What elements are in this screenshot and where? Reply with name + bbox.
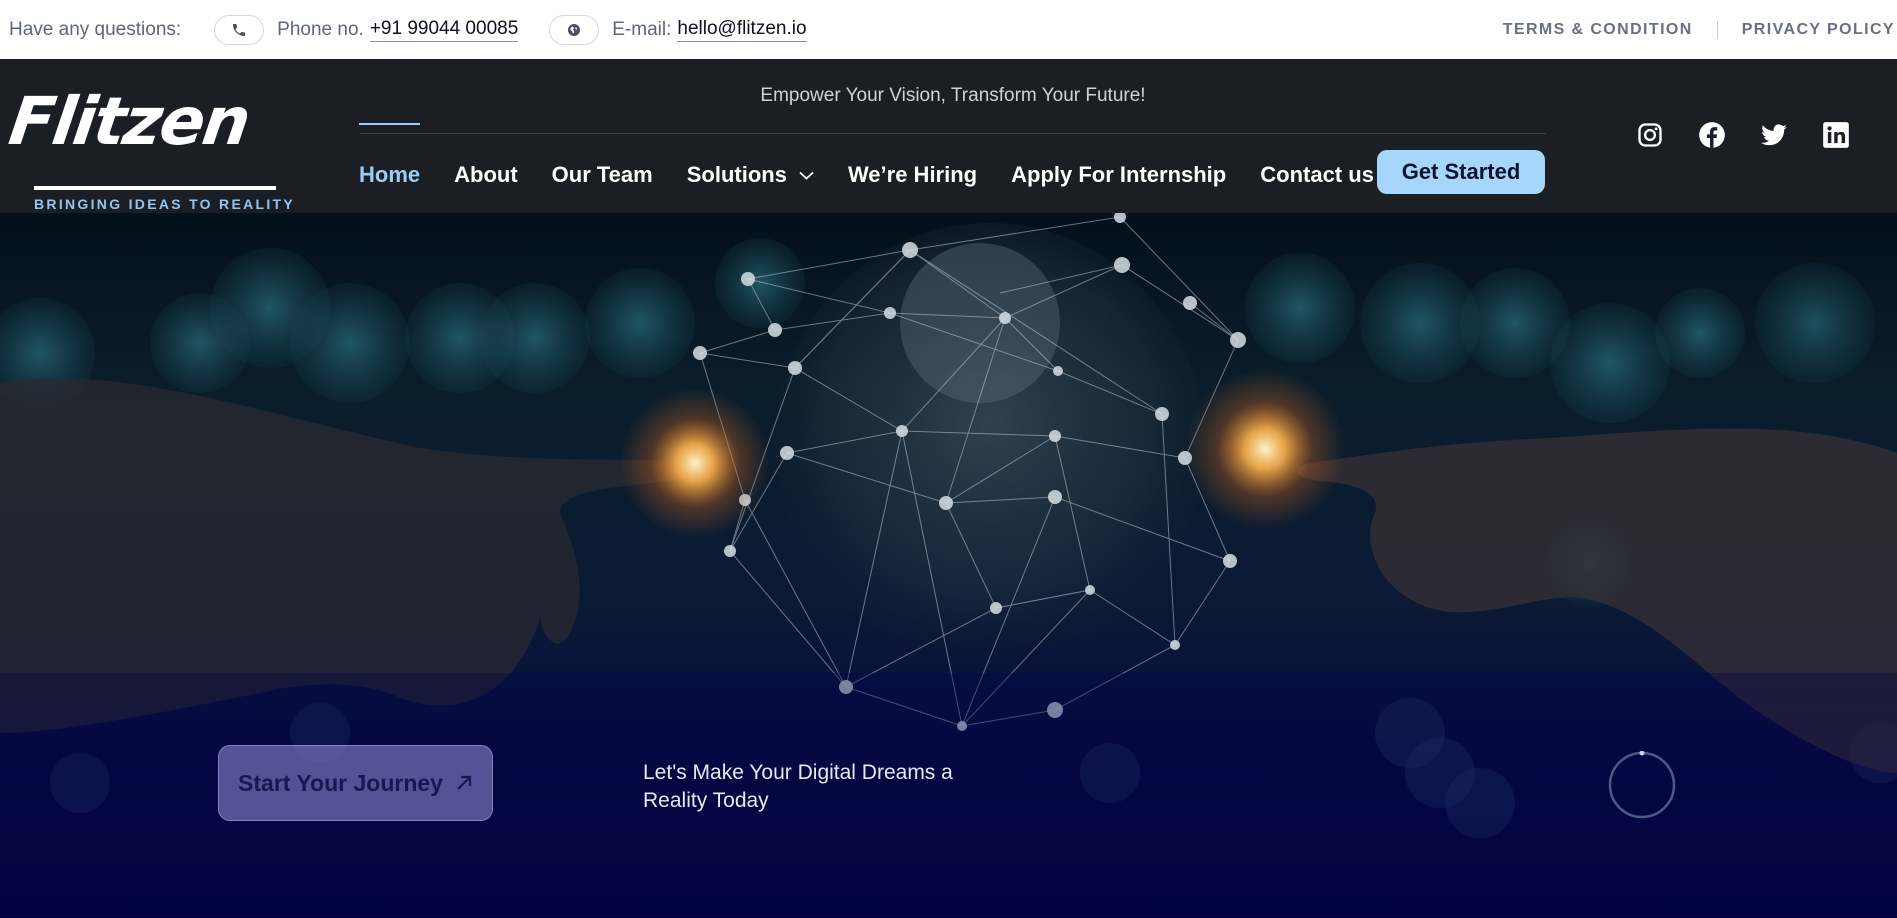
divider xyxy=(1716,20,1718,39)
left-finger-glow xyxy=(620,388,770,538)
nav-solutions-label: Solutions xyxy=(686,162,787,187)
flitzen-logo[interactable]: Flitzen BRINGING IDEAS TO REALITY xyxy=(5,83,293,212)
right-finger-glow xyxy=(1185,369,1345,529)
phone-label: Phone no. xyxy=(277,18,364,40)
globe-icon xyxy=(549,14,600,45)
privacy-link[interactable]: PRIVACY POLICY xyxy=(1742,21,1895,39)
start-journey-button[interactable]: Start Your Journey xyxy=(218,745,493,821)
logo-wordmark: Flitzen xyxy=(4,83,254,160)
main-nav: Home About Our Team Solutions We’re Hiri… xyxy=(359,123,1408,195)
loading-spinner-icon xyxy=(1608,751,1676,819)
chevron-down-icon xyxy=(799,171,814,180)
hero-subtitle: Let's Make Your Digital Dreams a Reality… xyxy=(643,761,953,812)
nav-divider xyxy=(360,133,1546,134)
get-started-button[interactable]: Get Started xyxy=(1377,150,1545,194)
logo-rule xyxy=(34,186,276,190)
start-journey-label: Start Your Journey xyxy=(238,769,443,796)
terms-link[interactable]: TERMS & CONDITION xyxy=(1503,21,1693,39)
nav-solutions[interactable]: Solutions xyxy=(687,162,814,188)
nav-home[interactable]: Home xyxy=(359,123,421,188)
nav-about[interactable]: About xyxy=(454,162,518,188)
linkedin-icon[interactable] xyxy=(1821,120,1851,150)
nav-contact[interactable]: Contact us xyxy=(1260,162,1374,188)
phone-icon xyxy=(214,14,265,45)
legal-links: TERMS & CONDITION PRIVACY POLICY xyxy=(1503,0,1897,59)
questions-label: Have any questions: xyxy=(9,18,182,40)
email-label: E-mail: xyxy=(612,18,672,40)
header-tagline: Empower Your Vision, Transform Your Futu… xyxy=(760,85,1146,106)
twitter-icon[interactable] xyxy=(1759,120,1789,150)
site-header: Flitzen BRINGING IDEAS TO REALITY Empowe… xyxy=(0,59,1897,213)
top-info-bar: Have any questions: Phone no. +91 99044 … xyxy=(0,0,1897,59)
email-link[interactable]: hello@flitzen.io xyxy=(677,18,807,42)
arrow-up-right-icon xyxy=(457,775,472,790)
phone-link[interactable]: +91 99044 00085 xyxy=(369,18,519,42)
social-links xyxy=(1635,120,1883,150)
hero-section: Start Your Journey Let's Make Your Digit… xyxy=(0,213,1897,918)
facebook-icon[interactable] xyxy=(1697,120,1727,150)
logo-tagline: BRINGING IDEAS TO REALITY xyxy=(34,196,296,212)
nav-our-team[interactable]: Our Team xyxy=(552,162,653,188)
nav-hiring[interactable]: We’re Hiring xyxy=(848,162,977,188)
instagram-icon[interactable] xyxy=(1635,120,1665,150)
nav-internship[interactable]: Apply For Internship xyxy=(1011,162,1226,188)
